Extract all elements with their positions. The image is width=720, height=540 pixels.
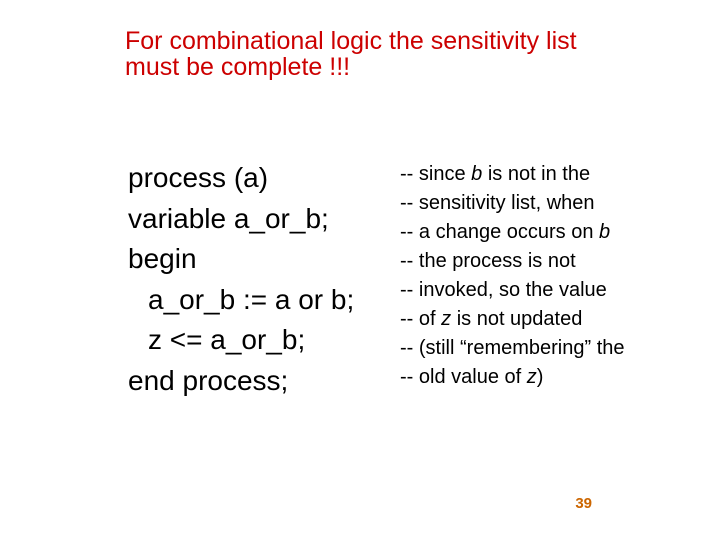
comment-block: -- since b is not in the -- sensitivity … — [400, 160, 700, 392]
code-line-5: z <= a_or_b; — [128, 320, 388, 361]
comment-line-5: -- invoked, so the value — [400, 276, 700, 305]
page-number: 39 — [575, 495, 592, 512]
code-line-1: process (a) — [128, 162, 268, 193]
slide: For combinational logic the sensitivity … — [0, 0, 720, 540]
comment-line-2: -- sensitivity list, when — [400, 189, 700, 218]
comment-line-4: -- the process is not — [400, 247, 700, 276]
comment-line-3: -- a change occurs on b — [400, 218, 700, 247]
code-line-6: end process; — [128, 365, 288, 396]
code-line-3: begin — [128, 243, 197, 274]
comment-line-1: -- since b is not in the — [400, 160, 700, 189]
comment-line-7: -- (still “remembering” the — [400, 334, 700, 363]
slide-title: For combinational logic the sensitivity … — [125, 28, 625, 81]
comment-line-8: -- old value of z) — [400, 363, 700, 392]
code-line-2: variable a_or_b; — [128, 203, 329, 234]
code-line-4: a_or_b := a or b; — [128, 280, 388, 321]
code-block: process (a) variable a_or_b; begin a_or_… — [128, 158, 388, 402]
comment-line-6: -- of z is not updated — [400, 305, 700, 334]
